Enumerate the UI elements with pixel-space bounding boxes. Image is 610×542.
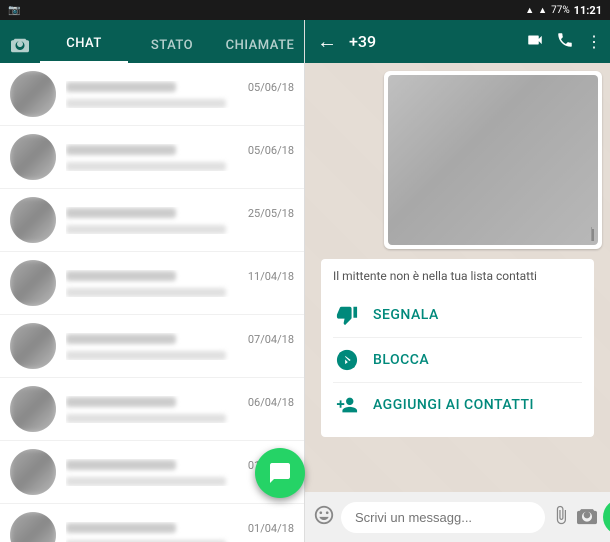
new-chat-fab[interactable] (255, 448, 305, 498)
list-item[interactable]: 06/04/18 (0, 378, 304, 441)
chat-background: Il mittente non è nella tua lista contat… (305, 63, 610, 492)
chat-time: 05/06/18 (248, 81, 294, 94)
aggiungi-label: AGGIUNGI AI CONTATTI (373, 397, 534, 413)
tab-stato[interactable]: STATO (128, 38, 216, 63)
avatar (10, 512, 56, 542)
avatar (10, 260, 56, 306)
tab-chiamate[interactable]: CHIAMATE (216, 38, 304, 63)
contact-number: +39 (349, 32, 518, 51)
list-item[interactable]: 07/04/18 (0, 315, 304, 378)
camera-button[interactable] (577, 505, 597, 530)
chat-time: 07/04/18 (248, 333, 294, 346)
list-item[interactable]: 25/05/18 (0, 189, 304, 252)
message-image (388, 75, 598, 245)
header-actions: ⋮ (526, 31, 602, 53)
contact-info[interactable]: +39 (349, 32, 518, 51)
blocca-label: BLOCCA (373, 352, 429, 368)
tab-chat[interactable]: CHAT (40, 36, 128, 63)
avatar (10, 134, 56, 180)
tab-camera[interactable] (0, 35, 40, 63)
blocca-button[interactable]: BLOCCA (333, 338, 582, 382)
segnala-button[interactable]: SEGNALA (333, 293, 582, 337)
avatar (10, 386, 56, 432)
wifi-icon: ▲ (538, 5, 547, 16)
camera-status-icon: 📷 (8, 5, 20, 16)
chat-time: 11/04/18 (248, 270, 294, 283)
aggiungi-icon (333, 391, 361, 419)
mic-button[interactable] (603, 499, 610, 535)
status-bar: 📷 ▲ ▲ 77% 11:21 (0, 0, 610, 20)
status-bar-left: 📷 (0, 5, 305, 16)
chat-time: 06/04/18 (248, 396, 294, 409)
chat-time: 25/05/18 (248, 207, 294, 220)
avatar (10, 197, 56, 243)
nav-tabs: CHAT STATO CHIAMATE (0, 20, 304, 63)
chat-info: 05/06/18 (66, 81, 294, 108)
avatar (10, 71, 56, 117)
contact-info-card: Il mittente non è nella tua lista contat… (321, 259, 594, 437)
more-options-icon[interactable]: ⋮ (586, 32, 602, 51)
segnala-icon (333, 301, 361, 329)
call-button[interactable] (556, 31, 574, 53)
main-content: CHAT STATO CHIAMATE 05/06/18 (0, 20, 610, 542)
chat-info: 01/04/18 (66, 522, 294, 542)
chat-info: 05/06/18 (66, 144, 294, 171)
emoji-button[interactable] (313, 504, 335, 531)
chat-info: 11/04/18 (66, 270, 294, 297)
message-bubble (384, 71, 602, 249)
chat-info: 06/04/18 (66, 396, 294, 423)
back-button[interactable]: ← (313, 25, 341, 58)
input-area (305, 492, 610, 542)
right-header: ← +39 ⋮ (305, 20, 610, 63)
avatar (10, 323, 56, 369)
blocca-icon (333, 346, 361, 374)
battery-label: 77% (551, 5, 570, 16)
chat-time: 01/04/18 (248, 522, 294, 535)
list-item[interactable]: 01/04/18 (0, 504, 304, 542)
attachment-button[interactable] (551, 505, 571, 530)
chat-time: 05/06/18 (248, 144, 294, 157)
info-text: Il mittente non è nella tua lista contat… (333, 269, 582, 283)
avatar (10, 449, 56, 495)
chat-info: 25/05/18 (66, 207, 294, 234)
signal-icon: ▲ (525, 5, 534, 16)
message-input[interactable] (341, 502, 545, 533)
segnala-label: SEGNALA (373, 307, 439, 323)
aggiungi-button[interactable]: AGGIUNGI AI CONTATTI (333, 383, 582, 427)
video-call-button[interactable] (526, 31, 544, 53)
status-bar-right: ▲ ▲ 77% 11:21 (305, 4, 610, 17)
chat-info: 07/04/18 (66, 333, 294, 360)
list-item[interactable]: 11/04/18 (0, 252, 304, 315)
time-label: 11:21 (574, 4, 602, 17)
right-panel: ← +39 ⋮ (305, 20, 610, 542)
list-item[interactable]: 05/06/18 (0, 63, 304, 126)
list-item[interactable]: 05/06/18 (0, 126, 304, 189)
